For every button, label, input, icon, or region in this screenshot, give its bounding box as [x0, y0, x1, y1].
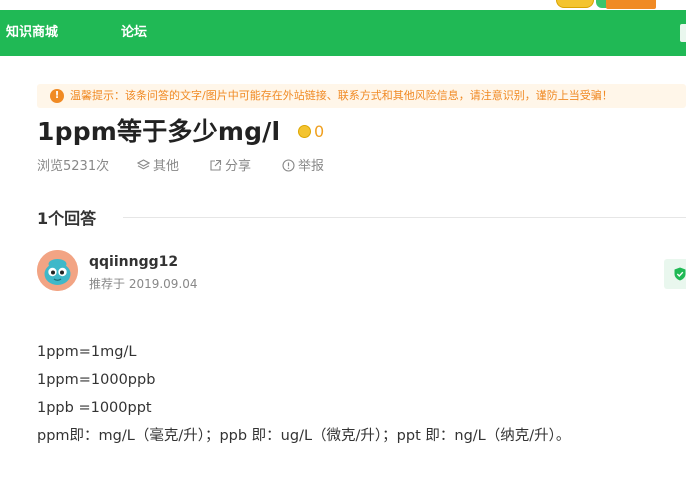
banner-decoration: [606, 0, 656, 9]
coin-icon: [298, 125, 311, 138]
shield-check-icon: [674, 267, 686, 281]
share-button[interactable]: 分享: [209, 158, 251, 176]
exclamation-icon: !: [50, 89, 64, 103]
view-count: 浏览5231次: [37, 159, 110, 174]
category-label: 其他: [153, 159, 180, 174]
layers-icon: [136, 159, 151, 170]
share-label: 分享: [225, 159, 252, 174]
category-link[interactable]: 其他: [136, 158, 180, 176]
answers-heading: 1个回答: [37, 209, 97, 228]
answer-text-line: 1ppb =1000ppt: [37, 400, 152, 416]
report-button[interactable]: 举报: [282, 158, 324, 176]
risk-notice: ! 温馨提示：该条问答的文字/图片中可能存在外站链接、联系方式和其他风险信息，请…: [37, 84, 686, 108]
coin-decoration: [556, 0, 594, 8]
mascot-avatar-icon: [37, 250, 78, 291]
answer-text-line: 1ppm=1mg/L: [37, 344, 137, 360]
answer-text-line: 1ppm=1000ppb: [37, 372, 156, 388]
divider: [123, 217, 686, 218]
avatar[interactable]: [37, 250, 78, 291]
answer-username[interactable]: qqiinngg12: [89, 253, 178, 271]
notice-text: 温馨提示：该条问答的文字/图片中可能存在外站链接、联系方式和其他风险信息，请注意…: [70, 89, 613, 102]
nav-item-forum[interactable]: 论坛: [121, 10, 147, 56]
answer-text-line: ppm即：mg/L（毫克/升）；ppb 即：ug/L（微克/升）；ppt 即：n…: [37, 428, 571, 444]
top-navbar: 知识商城 论坛: [0, 10, 686, 56]
nav-login-peek[interactable]: [680, 24, 686, 42]
nav-item-knowledge-mall[interactable]: 知识商城: [6, 10, 58, 56]
report-label: 举报: [298, 159, 325, 174]
reward-value: 0: [314, 122, 325, 141]
question-title: 1ppm等于多少mg/l: [37, 117, 281, 146]
share-icon: [210, 159, 222, 171]
alert-circle-icon: [282, 159, 295, 172]
recommend-date: 推荐于 2019.09.04: [89, 277, 198, 291]
adopted-badge: [664, 259, 686, 289]
